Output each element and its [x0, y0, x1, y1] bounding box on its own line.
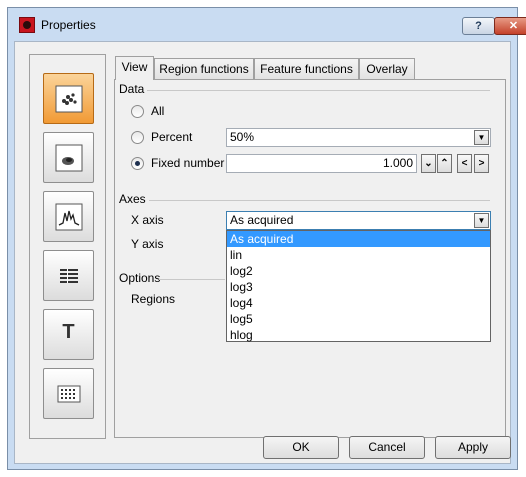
sidebar-item-density-plot[interactable]	[43, 132, 94, 183]
percent-value: 50%	[230, 130, 255, 144]
tab-feature-functions[interactable]: Feature functions	[254, 58, 359, 79]
all-radio[interactable]	[131, 105, 144, 118]
text-icon: T	[62, 321, 75, 343]
x-axis-label: X axis	[131, 213, 164, 227]
grid-icon	[57, 385, 81, 403]
dropdown-option[interactable]: lin	[227, 247, 490, 263]
sidebar-item-table[interactable]	[43, 250, 94, 301]
all-radio-label: All	[151, 104, 165, 118]
sidebar-item-grid[interactable]	[43, 368, 94, 419]
x-axis-dropdown-list: As acquired lin log2 log3 log4 log5 hlog	[226, 230, 491, 342]
tab-region-functions[interactable]: Region functions	[154, 58, 254, 79]
fixed-number-radio-label: Fixed number	[151, 156, 225, 170]
spin-left-button[interactable]: <	[457, 154, 472, 173]
options-group-divider	[159, 279, 225, 280]
fixed-number-radio[interactable]	[131, 157, 144, 170]
spin-right-button[interactable]: >	[474, 154, 489, 173]
data-group-divider	[147, 90, 490, 91]
apply-button[interactable]: Apply	[435, 436, 511, 459]
plot-type-sidebar: T	[29, 54, 106, 439]
tab-view[interactable]: View	[115, 56, 154, 80]
options-group-label: Options	[119, 271, 161, 285]
x-axis-combo[interactable]: As acquired ▼	[226, 211, 491, 230]
spin-down-button[interactable]: ⌄	[421, 154, 436, 173]
dropdown-option[interactable]: hlog	[227, 327, 490, 343]
scatter-plot-icon	[55, 85, 83, 113]
axes-group-divider	[149, 200, 490, 201]
dropdown-option[interactable]: log4	[227, 295, 490, 311]
ok-button[interactable]: OK	[263, 436, 339, 459]
app-icon	[19, 17, 35, 33]
help-button[interactable]: ?	[462, 17, 495, 35]
y-axis-label: Y axis	[131, 237, 164, 251]
spin-up-button[interactable]: ⌃	[437, 154, 452, 173]
dropdown-option[interactable]: log5	[227, 311, 490, 327]
percent-radio-label: Percent	[151, 130, 193, 144]
tab-overlay[interactable]: Overlay	[359, 58, 415, 79]
dropdown-option[interactable]: As acquired	[227, 231, 490, 247]
window-title: Properties	[41, 18, 96, 32]
close-button[interactable]: ✕	[494, 17, 526, 35]
table-icon	[60, 269, 78, 283]
chevron-down-icon[interactable]: ▼	[474, 130, 489, 145]
dropdown-option[interactable]: log3	[227, 279, 490, 295]
sidebar-item-histogram[interactable]	[43, 191, 94, 242]
data-group-label: Data	[119, 82, 145, 96]
fixed-number-field[interactable]: 1.000	[226, 154, 417, 173]
sidebar-item-text[interactable]: T	[43, 309, 94, 360]
density-plot-icon	[55, 144, 83, 172]
axes-group-label: Axes	[119, 192, 146, 206]
histogram-icon	[55, 203, 83, 231]
percent-radio[interactable]	[131, 131, 144, 144]
title-bar[interactable]: Properties ? ✕	[8, 8, 526, 41]
chevron-down-icon[interactable]: ▼	[474, 213, 489, 228]
regions-label: Regions	[131, 292, 176, 306]
dropdown-option[interactable]: log2	[227, 263, 490, 279]
percent-combo[interactable]: 50% ▼	[226, 128, 491, 147]
sidebar-item-dot-plot[interactable]	[43, 73, 94, 124]
x-axis-value: As acquired	[230, 213, 294, 227]
cancel-button[interactable]: Cancel	[349, 436, 425, 459]
